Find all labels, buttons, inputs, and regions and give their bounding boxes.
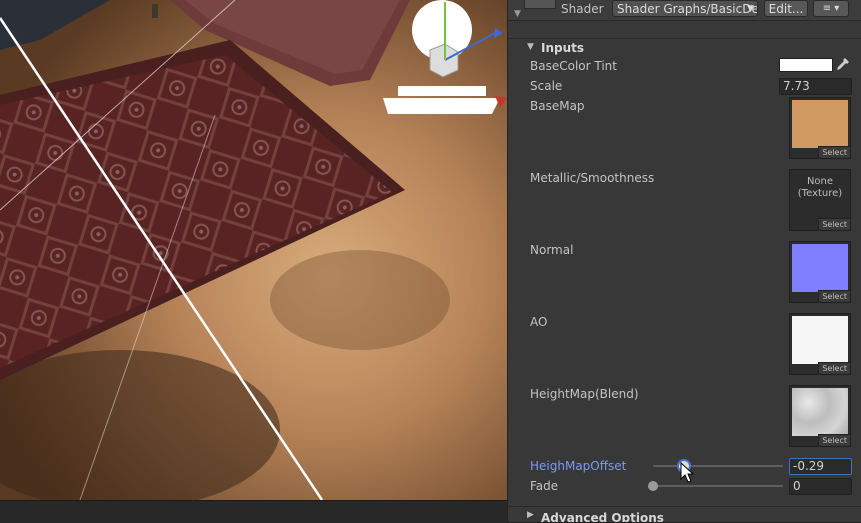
basecolor-tint-label: BaseColor Tint	[530, 59, 617, 73]
metallic-none-line1: None	[806, 176, 834, 187]
basemap-label: BaseMap	[530, 99, 585, 113]
inputs-foldout[interactable]: ▼ Inputs	[508, 38, 861, 57]
heightmap-preview	[792, 388, 848, 436]
heightmap-offset-slider-track[interactable]	[653, 465, 783, 467]
shader-dropdown-value: Shader Graphs/BasicDe	[617, 2, 758, 16]
metallic-texture-slot[interactable]: None (Texture) Select	[789, 169, 851, 231]
shader-dropdown[interactable]: Shader Graphs/BasicDe ▼	[612, 0, 758, 17]
normal-texture-slot[interactable]: Select	[789, 241, 851, 303]
ao-select-button[interactable]: Select	[818, 362, 850, 374]
material-thumbnail	[524, 0, 556, 9]
normal-select-button[interactable]: Select	[818, 290, 850, 302]
heightmap-label: HeightMap(Blend)	[530, 387, 639, 401]
metallic-select-button[interactable]: Select	[818, 218, 850, 230]
basemap-select-button[interactable]: Select	[818, 146, 850, 158]
metallic-none-line2: (Texture)	[797, 188, 843, 199]
shader-label: Shader	[561, 2, 604, 16]
eyedropper-icon[interactable]	[836, 57, 850, 73]
ao-preview	[792, 316, 848, 364]
foldout-arrow-icon[interactable]: ▼	[514, 9, 521, 19]
shader-row: ▼ Shader Shader Graphs/BasicDe ▼ Edit...…	[508, 0, 861, 21]
fade-slider-track[interactable]	[653, 485, 783, 487]
foldout-arrow-right-icon: ▶	[527, 510, 534, 520]
mouse-cursor-icon	[680, 462, 694, 483]
basecolor-tint-swatch[interactable]	[779, 58, 833, 72]
heightmap-offset-field[interactable]: -0.29	[789, 458, 852, 475]
metallic-none-text: None (Texture)	[790, 176, 850, 200]
scale-label: Scale	[530, 79, 563, 93]
context-menu-button[interactable]: ≡ ▾	[813, 0, 849, 17]
normal-label: Normal	[530, 243, 574, 257]
scale-field[interactable]: 7.73	[779, 78, 852, 95]
ao-label: AO	[530, 315, 548, 329]
foldout-arrow-icon: ▼	[527, 42, 534, 52]
heightmap-texture-slot[interactable]: Select	[789, 385, 851, 447]
advanced-options-foldout[interactable]: ▶ Advanced Options	[508, 506, 861, 522]
normal-preview	[792, 244, 848, 292]
material-inspector: ▼ Shader Shader Graphs/BasicDe ▼ Edit...…	[507, 0, 861, 522]
inputs-title: Inputs	[541, 41, 585, 55]
heightmap-select-button[interactable]: Select	[818, 434, 850, 446]
fade-field[interactable]: 0	[789, 478, 852, 495]
fade-slider-thumb[interactable]	[648, 481, 658, 491]
ao-texture-slot[interactable]: Select	[789, 313, 851, 375]
scene-statusbar	[0, 500, 507, 523]
basemap-texture-slot[interactable]: Select	[789, 97, 851, 159]
scene-view[interactable]	[0, 0, 507, 500]
heightmap-offset-label: HeighMapOffset	[530, 459, 627, 473]
advanced-options-title: Advanced Options	[541, 511, 664, 522]
scene-render	[0, 0, 507, 500]
basemap-preview	[792, 100, 848, 148]
fade-label: Fade	[530, 479, 559, 493]
metallic-label: Metallic/Smoothness	[530, 171, 655, 185]
chevron-down-icon: ▼	[747, 4, 754, 14]
edit-shader-button[interactable]: Edit...	[764, 0, 808, 17]
